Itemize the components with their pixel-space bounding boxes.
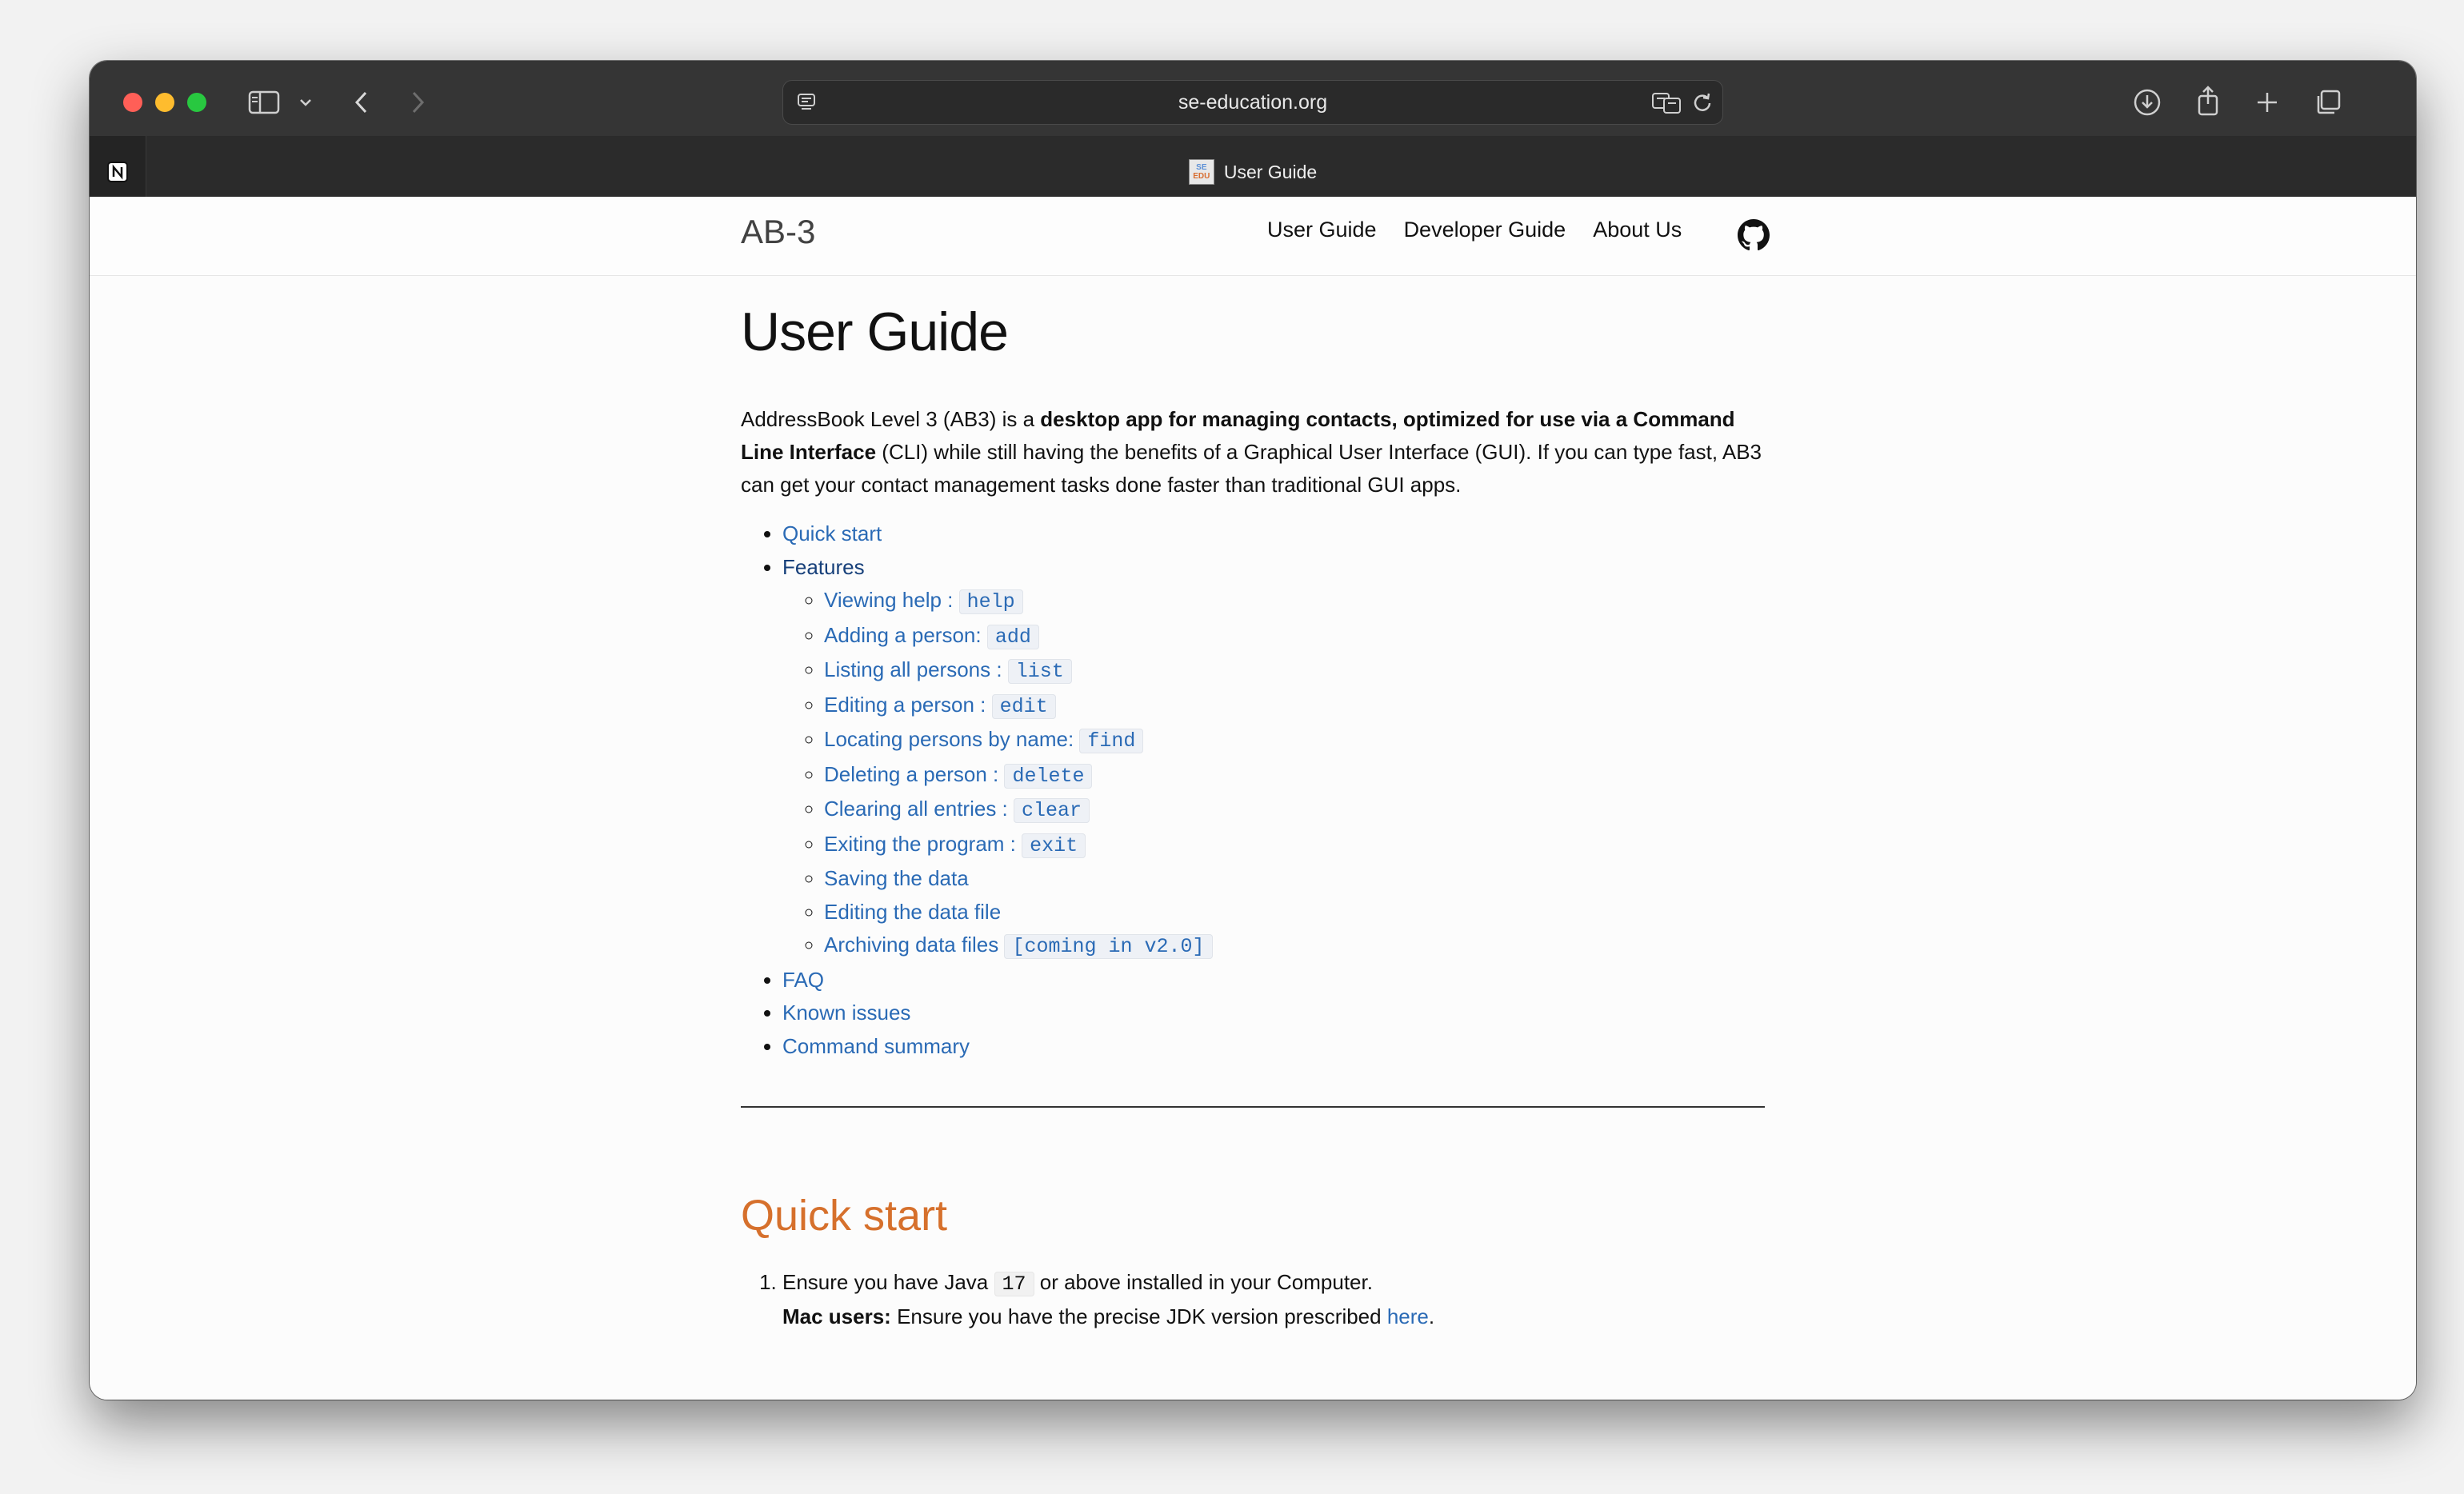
table-of-contents: Quick start Features Viewing help : help… <box>741 517 1765 1063</box>
toc-link-adding-person[interactable]: Adding a person: add <box>824 622 1039 649</box>
tab-title-text: User Guide <box>1223 161 1318 182</box>
close-window-button[interactable] <box>123 93 142 112</box>
toc-link-listing-persons[interactable]: Listing all persons : list <box>824 657 1072 684</box>
new-tab-icon[interactable] <box>2251 86 2283 118</box>
toc-item: Quick start <box>782 517 1765 551</box>
toc-subitem: Exiting the program : exit <box>824 828 1765 863</box>
toc-link-locating-persons[interactable]: Locating persons by name: find <box>824 727 1144 753</box>
toc-link-code: exit <box>1022 833 1086 858</box>
nav-user-guide[interactable]: User Guide <box>1267 218 1377 242</box>
toc-subitem: Archiving data files [coming in v2.0] <box>824 929 1765 964</box>
toc-link-code: [coming in v2.0] <box>1004 934 1213 959</box>
share-icon[interactable] <box>2192 83 2224 118</box>
tab-overview-icon[interactable] <box>2312 86 2344 118</box>
intro-text-2: (CLI) while still having the benefits of… <box>741 440 1762 497</box>
toc-link-editing-data-file[interactable]: Editing the data file <box>824 900 1001 924</box>
toc-item: Features Viewing help : help Adding a pe… <box>782 551 1765 964</box>
browser-window: se-education.org SE EDU User Guide AB-3 … <box>90 61 2416 1400</box>
mac-users-text: Ensure you have the precise JDK version … <box>890 1304 1387 1328</box>
toc-link-quick-start[interactable]: Quick start <box>782 521 882 545</box>
back-icon[interactable] <box>347 88 376 117</box>
jdk-here-link[interactable]: here <box>1387 1304 1429 1328</box>
quick-start-steps: Ensure you have Java 17 or above install… <box>741 1266 1765 1333</box>
toc-link-code: help <box>958 589 1023 614</box>
toc-subitem: Viewing help : help <box>824 584 1765 619</box>
toc-link-archiving-data[interactable]: Archiving data files [coming in v2.0] <box>824 933 1213 959</box>
chevron-down-icon[interactable] <box>296 93 315 112</box>
quick-start-step: Ensure you have Java 17 or above install… <box>782 1266 1765 1333</box>
toc-subitem: Editing a person : edit <box>824 689 1765 724</box>
site-header: AB-3 User Guide Developer Guide About Us <box>90 197 2416 276</box>
sidebar-icon[interactable] <box>246 88 282 117</box>
downloads-icon[interactable] <box>2131 86 2163 118</box>
toc-subitem: Saving the data <box>824 862 1765 896</box>
toc-subitem: Deleting a person : delete <box>824 758 1765 793</box>
zoom-window-button[interactable] <box>187 93 206 112</box>
section-divider <box>741 1106 1765 1108</box>
toc-features-sublist: Viewing help : help Adding a person: add… <box>782 584 1765 964</box>
main-article: User Guide AddressBook Level 3 (AB3) is … <box>741 301 1765 1333</box>
toc-subitem: Listing all persons : list <box>824 653 1765 689</box>
java-version-code: 17 <box>994 1272 1034 1296</box>
site-brand[interactable]: AB-3 <box>741 213 815 251</box>
intro-text-1: AddressBook Level 3 (AB3) is a <box>741 407 1041 431</box>
translate-icon[interactable] <box>1650 89 1684 116</box>
minimize-window-button[interactable] <box>155 93 174 112</box>
intro-paragraph: AddressBook Level 3 (AB3) is a desktop a… <box>741 403 1765 501</box>
toc-link-features[interactable]: Features <box>782 555 865 579</box>
toc-item: FAQ <box>782 964 1765 997</box>
step-text: or above installed in your Computer. <box>1034 1270 1373 1294</box>
toc-link-saving-data[interactable]: Saving the data <box>824 866 969 890</box>
mac-users-label: Mac users: <box>782 1304 891 1328</box>
toc-link-label: Exiting the program : <box>824 831 1022 856</box>
toc-link-label: Clearing all entries : <box>824 797 1014 821</box>
toc-link-label: Listing all persons : <box>824 657 1008 681</box>
toc-link-label: Locating persons by name: <box>824 727 1080 751</box>
se-edu-favicon-icon: SE EDU <box>1188 159 1214 185</box>
forward-icon[interactable] <box>403 88 432 117</box>
toc-link-label: Deleting a person : <box>824 761 1005 786</box>
toc-link-viewing-help[interactable]: Viewing help : help <box>824 588 1023 614</box>
toc-link-code: clear <box>1014 798 1090 823</box>
site-nav: User Guide Developer Guide About Us <box>1267 218 1682 242</box>
toc-link-known-issues[interactable]: Known issues <box>782 1001 910 1025</box>
github-icon[interactable] <box>1738 219 1770 255</box>
step-text: Ensure you have Java <box>782 1270 994 1294</box>
toc-link-code: edit <box>991 693 1056 719</box>
toc-subitem: Editing the data file <box>824 896 1765 929</box>
toc-link-label: Viewing help : <box>824 588 959 612</box>
toc-link-label: Archiving data files <box>824 933 1005 957</box>
toc-link-code: list <box>1007 659 1072 684</box>
toc-link-exiting-program[interactable]: Exiting the program : exit <box>824 831 1086 858</box>
toc-item: Command summary <box>782 1030 1765 1064</box>
toc-item: Known issues <box>782 997 1765 1030</box>
quick-start-heading: Quick start <box>741 1192 948 1240</box>
address-bar[interactable]: se-education.org <box>782 80 1723 125</box>
toc-link-label: Adding a person: <box>824 622 987 647</box>
nav-about-us[interactable]: About Us <box>1593 218 1682 242</box>
toc-link-code: delete <box>1004 763 1093 789</box>
toc-link-clearing-entries[interactable]: Clearing all entries : clear <box>824 797 1090 823</box>
page-content: AB-3 User Guide Developer Guide About Us… <box>90 197 2416 1400</box>
toc-subitem: Adding a person: add <box>824 619 1765 654</box>
toc-link-deleting-person[interactable]: Deleting a person : delete <box>824 761 1093 789</box>
mac-users-end: . <box>1428 1304 1435 1328</box>
toc-link-command-summary[interactable]: Command summary <box>782 1034 970 1058</box>
nav-developer-guide[interactable]: Developer Guide <box>1404 218 1566 242</box>
toc-link-code: find <box>1079 729 1144 753</box>
toc-link-code: add <box>986 624 1039 649</box>
toc-link-faq[interactable]: FAQ <box>782 968 824 992</box>
toc-link-label: Editing a person : <box>824 692 992 717</box>
toc-subitem: Locating persons by name: find <box>824 723 1765 758</box>
page-title: User Guide <box>741 302 1009 362</box>
toc-subitem: Clearing all entries : clear <box>824 793 1765 828</box>
url-text: se-education.org <box>1178 91 1328 114</box>
browser-toolbar: se-education.org <box>90 61 2416 136</box>
toc-link-editing-person[interactable]: Editing a person : edit <box>824 692 1056 719</box>
reload-icon[interactable] <box>1690 90 1714 114</box>
